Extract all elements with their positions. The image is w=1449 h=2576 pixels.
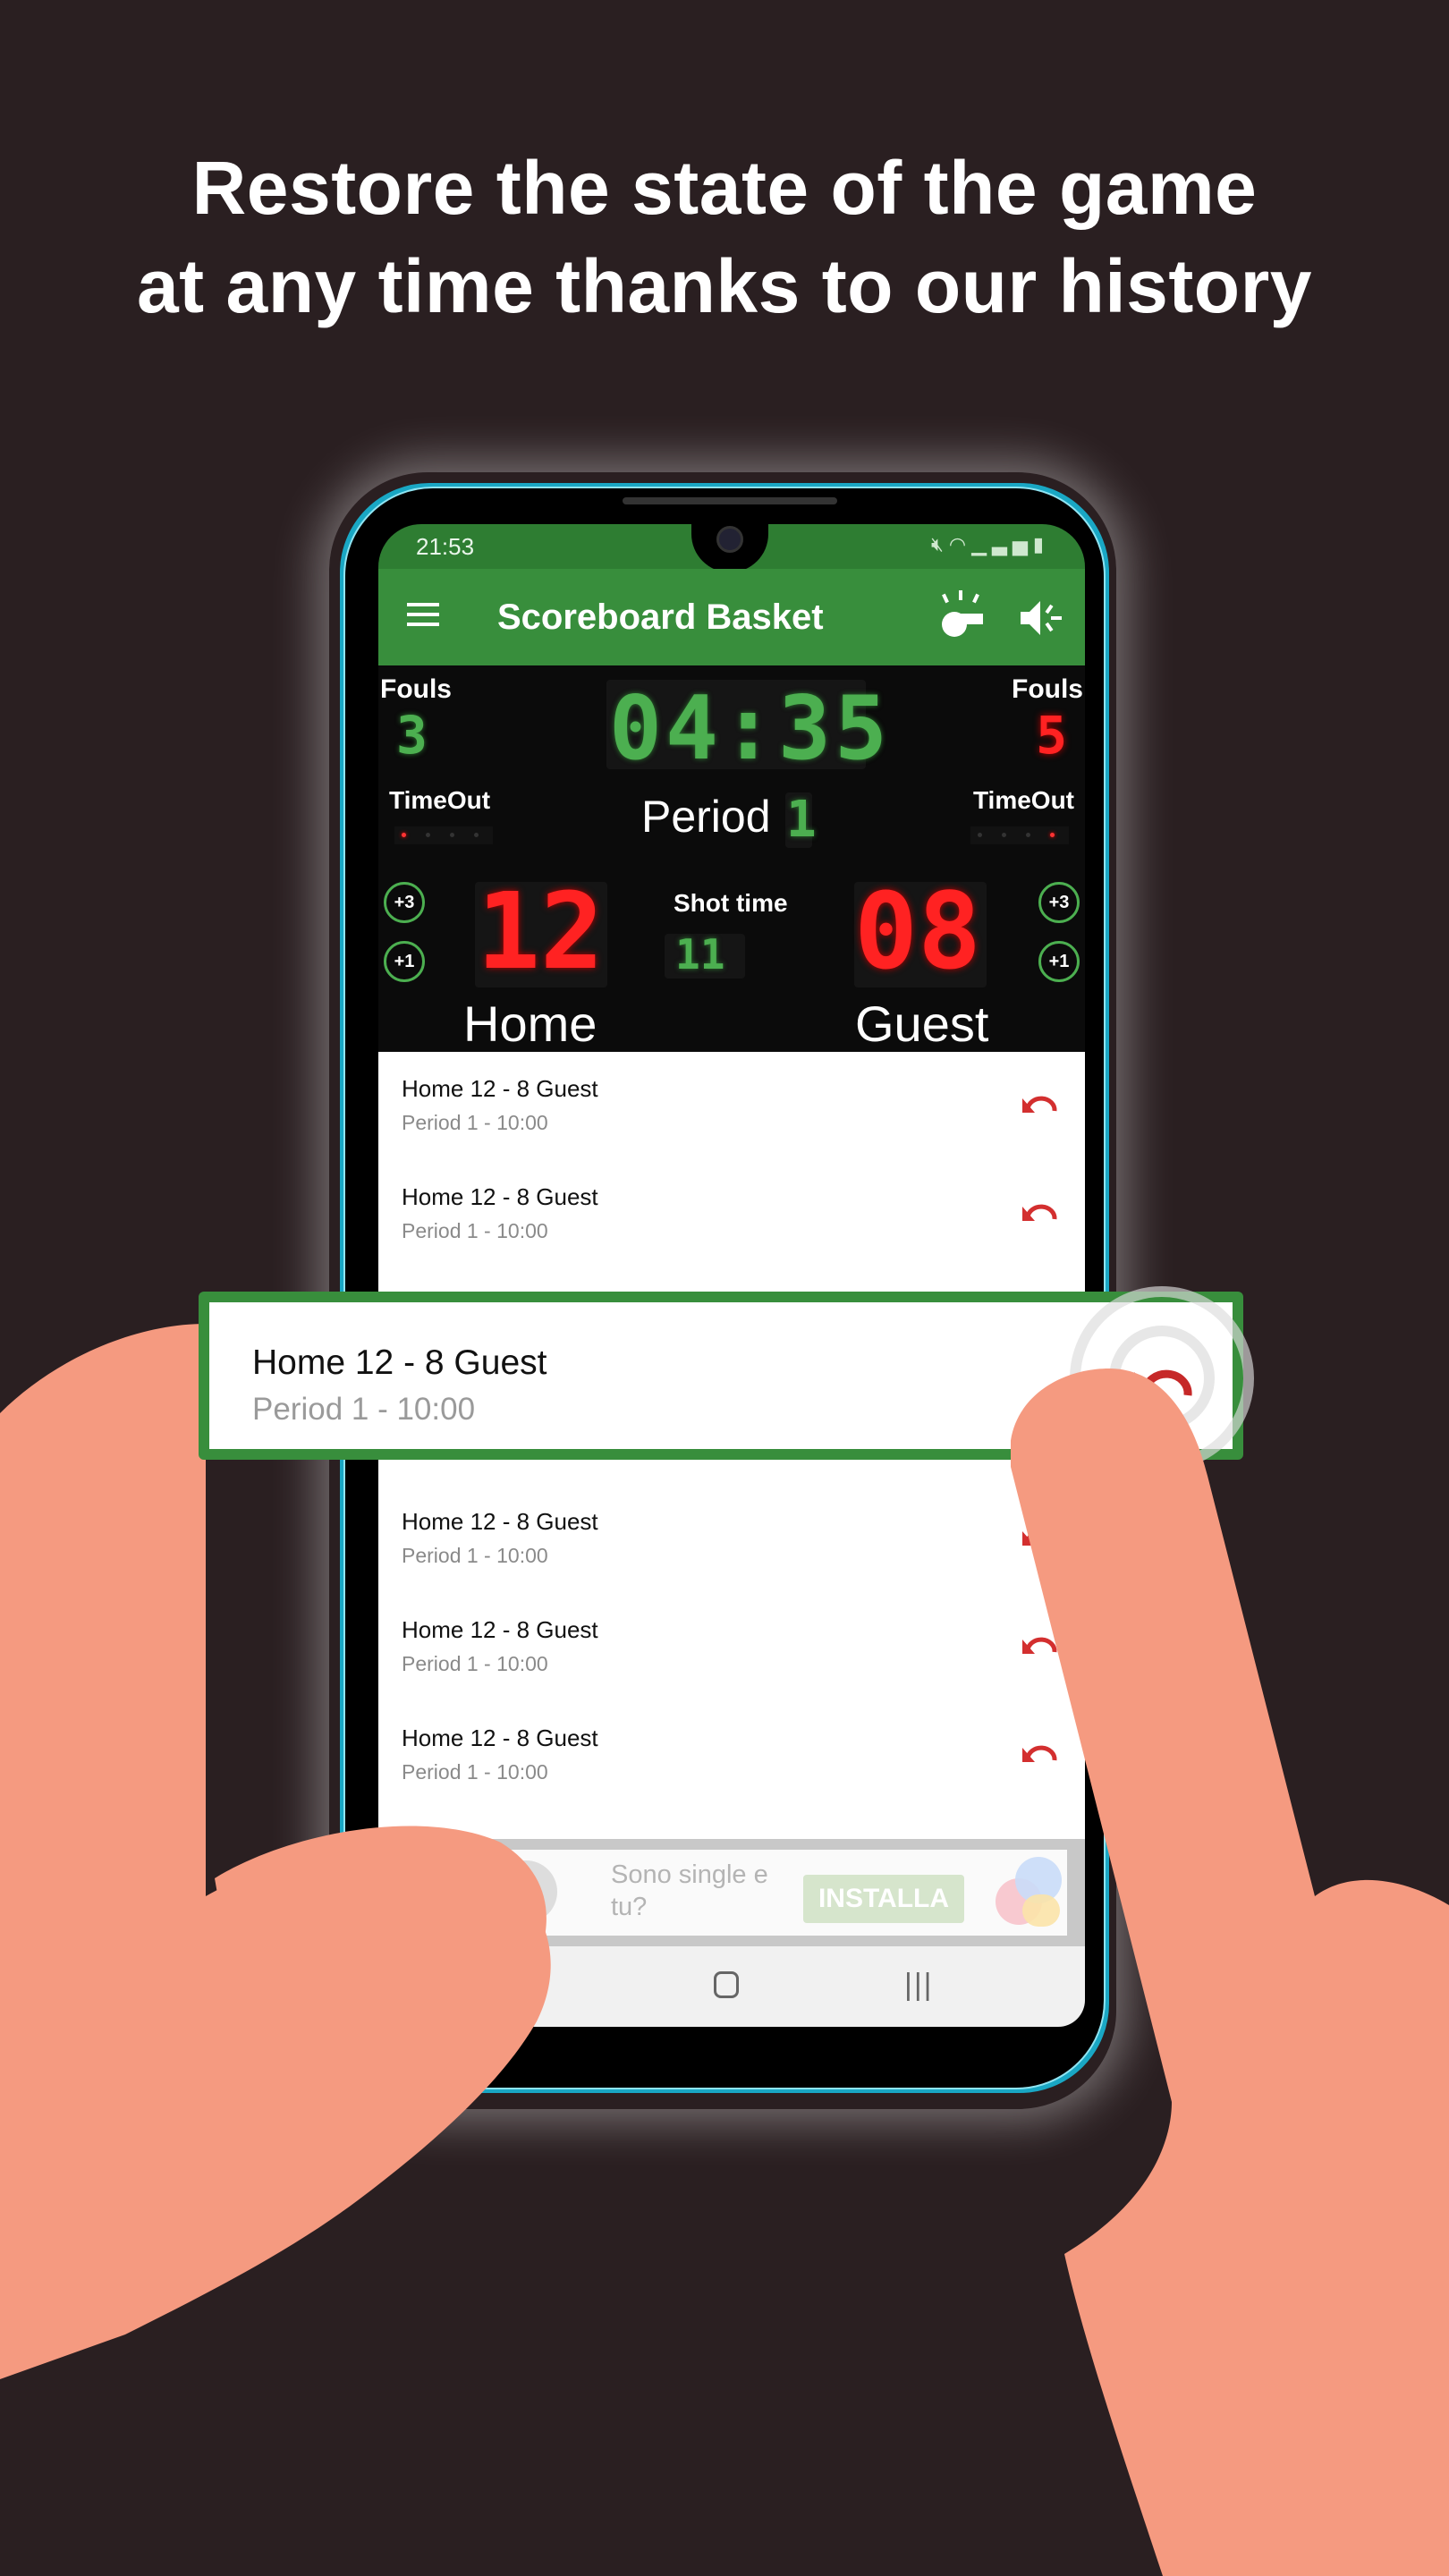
signal-icon: ▁▃▅ <box>971 533 1033 555</box>
guest-fouls-value[interactable]: 5 <box>1036 705 1067 766</box>
whistle-icon[interactable] <box>935 590 988 644</box>
home-team-label[interactable]: Home <box>463 995 597 1053</box>
phone-speaker <box>623 497 837 504</box>
front-camera <box>716 526 743 553</box>
home-timeout-indicator[interactable] <box>394 826 493 844</box>
hamburger-menu-icon[interactable] <box>407 603 439 630</box>
home-fouls-label: Fouls <box>380 674 452 704</box>
ad-text: Sono single e tu? <box>611 1860 768 1921</box>
headline-line-2: at any time thanks to our history <box>136 244 1313 328</box>
app-title: Scoreboard Basket <box>497 597 824 637</box>
guest-fouls-label: Fouls <box>1012 674 1083 704</box>
home-plus1-button[interactable]: +1 <box>384 941 425 982</box>
wifi-icon: ◠ <box>948 533 972 555</box>
guest-timeout-indicator[interactable] <box>970 826 1069 844</box>
mute-icon: 🔇︎ <box>931 533 949 555</box>
highlighted-item-score: Home 12 - 8 Guest <box>252 1343 547 1382</box>
guest-score[interactable]: 08 <box>854 869 981 993</box>
shot-time-label: Shot time <box>674 889 788 917</box>
status-bar: 21:53 🔇︎◠▁▃▅▮ <box>378 524 1085 572</box>
nav-home-button[interactable] <box>714 1971 739 1998</box>
camera-notch <box>691 524 768 572</box>
battery-icon: ▮ <box>1032 533 1049 555</box>
home-timeout-label: TimeOut <box>389 786 491 814</box>
app-bar: Scoreboard Basket <box>378 569 1085 665</box>
history-item-period: Period 1 - 10:00 <box>402 1111 548 1134</box>
guest-team-label[interactable]: Guest <box>855 995 988 1053</box>
history-item[interactable]: Home 12 - 8 Guest Period 1 - 10:00 <box>378 1052 1085 1159</box>
undo-icon[interactable] <box>1021 1091 1060 1120</box>
status-icons: 🔇︎◠▁▃▅▮ <box>931 533 1049 556</box>
guest-plus3-button[interactable]: +3 <box>1038 882 1080 923</box>
undo-icon[interactable] <box>1021 1199 1060 1228</box>
scoreboard: Fouls 3 Fouls 5 04:35 TimeOut TimeOut Pe… <box>378 665 1085 1052</box>
headline: Restore the state of the game at any tim… <box>0 139 1449 335</box>
status-time: 21:53 <box>416 533 475 560</box>
history-item-period: Period 1 - 10:00 <box>402 1219 548 1242</box>
history-item-score: Home 12 - 8 Guest <box>402 1075 598 1102</box>
history-item[interactable]: Home 12 - 8 Guest Period 1 - 10:00 <box>378 1160 1085 1267</box>
headline-line-1: Restore the state of the game <box>191 146 1258 230</box>
left-hand-illustration <box>0 1324 551 2379</box>
home-score[interactable]: 12 <box>477 869 604 993</box>
guest-plus1-button[interactable]: +1 <box>1038 941 1080 982</box>
period-label: Period <box>641 792 771 842</box>
ad-install-button[interactable]: INSTALLA <box>803 1875 964 1923</box>
history-item-score: Home 12 - 8 Guest <box>402 1183 598 1210</box>
game-clock[interactable]: 04:35 <box>609 678 891 780</box>
home-fouls-value[interactable]: 3 <box>396 705 428 766</box>
shot-time-value[interactable]: 11 <box>675 930 724 979</box>
highlighted-item-period: Period 1 - 10:00 <box>252 1392 476 1427</box>
guest-timeout-label: TimeOut <box>972 786 1074 814</box>
period-value[interactable]: 1 <box>786 791 817 849</box>
volume-icon[interactable] <box>1017 594 1065 642</box>
home-plus3-button[interactable]: +3 <box>384 882 425 923</box>
right-hand-illustration <box>1011 1368 1449 2576</box>
nav-recents-button[interactable]: ||| <box>904 1968 934 2003</box>
